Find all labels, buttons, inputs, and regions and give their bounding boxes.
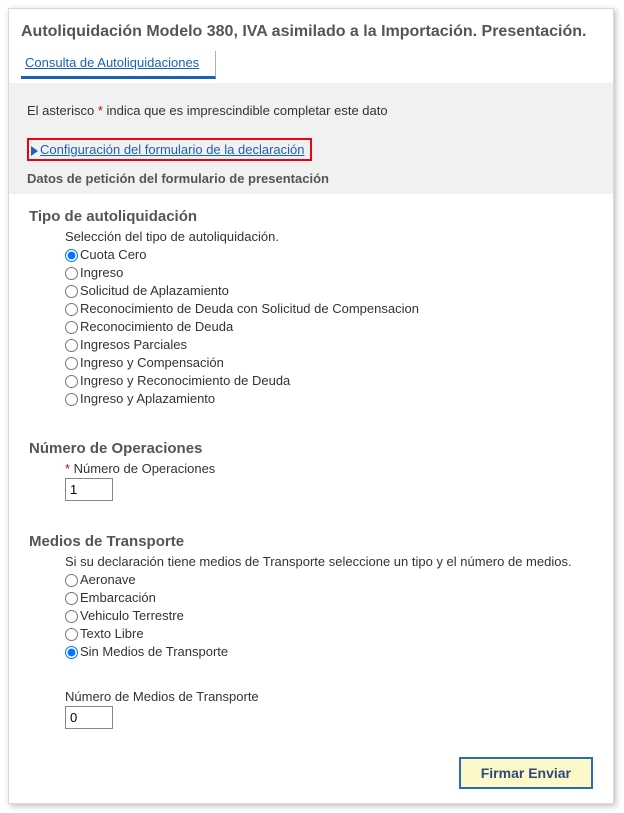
autoliq-option[interactable]: Ingresos Parciales bbox=[65, 336, 595, 354]
autoliq-radio[interactable] bbox=[65, 375, 78, 388]
autoliq-options: Cuota CeroIngresoSolicitud de Aplazamien… bbox=[65, 246, 595, 408]
autoliq-group: Selección del tipo de autoliquidación. C… bbox=[29, 229, 595, 408]
autoliq-option[interactable]: Reconocimiento de Deuda con Solicitud de… bbox=[65, 300, 595, 318]
numops-group: * Número de Operaciones bbox=[29, 461, 595, 501]
config-link-wrap: Configuración del formulario de la decla… bbox=[27, 138, 595, 161]
transporte-radio[interactable] bbox=[65, 574, 78, 587]
autoliq-option-label: Solicitud de Aplazamiento bbox=[80, 282, 229, 300]
autoliq-option[interactable]: Ingreso y Aplazamiento bbox=[65, 390, 595, 408]
autoliq-heading: Tipo de autoliquidación bbox=[29, 208, 595, 225]
tab-bar: Consulta de Autoliquidaciones bbox=[9, 51, 613, 79]
config-link-label: Configuración del formulario de la decla… bbox=[40, 142, 304, 157]
autoliq-radio[interactable] bbox=[65, 303, 78, 316]
autoliq-option[interactable]: Cuota Cero bbox=[65, 246, 595, 264]
autoliq-option-label: Reconocimiento de Deuda bbox=[80, 318, 233, 336]
autoliq-option-label: Ingreso y Compensación bbox=[80, 354, 224, 372]
autoliq-radio[interactable] bbox=[65, 285, 78, 298]
transporte-option-label: Embarcación bbox=[80, 589, 156, 607]
button-row: Firmar Enviar bbox=[9, 729, 613, 789]
page-title: Autoliquidación Modelo 380, IVA asimilad… bbox=[9, 9, 613, 51]
transporte-option[interactable]: Vehiculo Terrestre bbox=[65, 607, 595, 625]
transporte-heading: Medios de Transporte bbox=[29, 533, 595, 550]
transporte-option-label: Vehiculo Terrestre bbox=[80, 607, 184, 625]
autoliq-option-label: Ingreso y Aplazamiento bbox=[80, 390, 215, 408]
asterisk-icon: * bbox=[65, 461, 74, 476]
tab-consulta[interactable]: Consulta de Autoliquidaciones bbox=[21, 51, 216, 79]
transporte-option-label: Texto Libre bbox=[80, 625, 144, 643]
autoliq-option[interactable]: Ingreso y Compensación bbox=[65, 354, 595, 372]
transporte-option-label: Aeronave bbox=[80, 571, 136, 589]
autoliq-helper: Selección del tipo de autoliquidación. bbox=[65, 229, 595, 244]
config-form-link[interactable]: Configuración del formulario de la decla… bbox=[27, 138, 312, 161]
grey-info-area: El asterisco * indica que es imprescindi… bbox=[9, 83, 613, 194]
autoliq-option-label: Reconocimiento de Deuda con Solicitud de… bbox=[80, 300, 419, 318]
transporte-option[interactable]: Aeronave bbox=[65, 571, 595, 589]
autoliq-radio[interactable] bbox=[65, 357, 78, 370]
transporte-option[interactable]: Sin Medios de Transporte bbox=[65, 643, 595, 661]
caret-right-icon bbox=[31, 146, 38, 156]
autoliq-radio[interactable] bbox=[65, 321, 78, 334]
autoliq-option-label: Cuota Cero bbox=[80, 246, 146, 264]
form-panel: Autoliquidación Modelo 380, IVA asimilad… bbox=[8, 8, 614, 804]
autoliq-option-label: Ingreso y Reconocimiento de Deuda bbox=[80, 372, 290, 390]
autoliq-option[interactable]: Ingreso y Reconocimiento de Deuda bbox=[65, 372, 595, 390]
transporte-radio[interactable] bbox=[65, 592, 78, 605]
autoliq-radio[interactable] bbox=[65, 249, 78, 262]
numops-label: * Número de Operaciones bbox=[65, 461, 595, 476]
autoliq-option[interactable]: Ingreso bbox=[65, 264, 595, 282]
transporte-group: Si su declaración tiene medios de Transp… bbox=[29, 554, 595, 729]
transporte-option[interactable]: Embarcación bbox=[65, 589, 595, 607]
numops-heading: Número de Operaciones bbox=[29, 440, 595, 457]
transporte-count-label: Número de Medios de Transporte bbox=[65, 689, 595, 704]
transporte-radio[interactable] bbox=[65, 646, 78, 659]
transporte-options: AeronaveEmbarcaciónVehiculo TerrestreTex… bbox=[65, 571, 595, 661]
submit-button[interactable]: Firmar Enviar bbox=[459, 757, 593, 789]
autoliq-option-label: Ingresos Parciales bbox=[80, 336, 187, 354]
autoliq-radio[interactable] bbox=[65, 339, 78, 352]
autoliq-option[interactable]: Reconocimiento de Deuda bbox=[65, 318, 595, 336]
required-prefix: El asterisco bbox=[27, 103, 98, 118]
form-body: Tipo de autoliquidación Selección del ti… bbox=[9, 194, 613, 729]
transporte-radio[interactable] bbox=[65, 610, 78, 623]
transporte-count-input[interactable] bbox=[65, 706, 113, 729]
required-suffix: indica que es imprescindible completar e… bbox=[103, 103, 388, 118]
autoliq-radio[interactable] bbox=[65, 393, 78, 406]
numops-label-text: Número de Operaciones bbox=[74, 461, 216, 476]
transporte-radio[interactable] bbox=[65, 628, 78, 641]
autoliq-option[interactable]: Solicitud de Aplazamiento bbox=[65, 282, 595, 300]
autoliq-option-label: Ingreso bbox=[80, 264, 123, 282]
autoliq-radio[interactable] bbox=[65, 267, 78, 280]
transporte-option-label: Sin Medios de Transporte bbox=[80, 643, 228, 661]
transporte-option[interactable]: Texto Libre bbox=[65, 625, 595, 643]
transporte-helper: Si su declaración tiene medios de Transp… bbox=[65, 554, 595, 569]
required-note: El asterisco * indica que es imprescindi… bbox=[27, 103, 595, 118]
numops-input[interactable] bbox=[65, 478, 113, 501]
section-label: Datos de petición del formulario de pres… bbox=[27, 171, 595, 186]
